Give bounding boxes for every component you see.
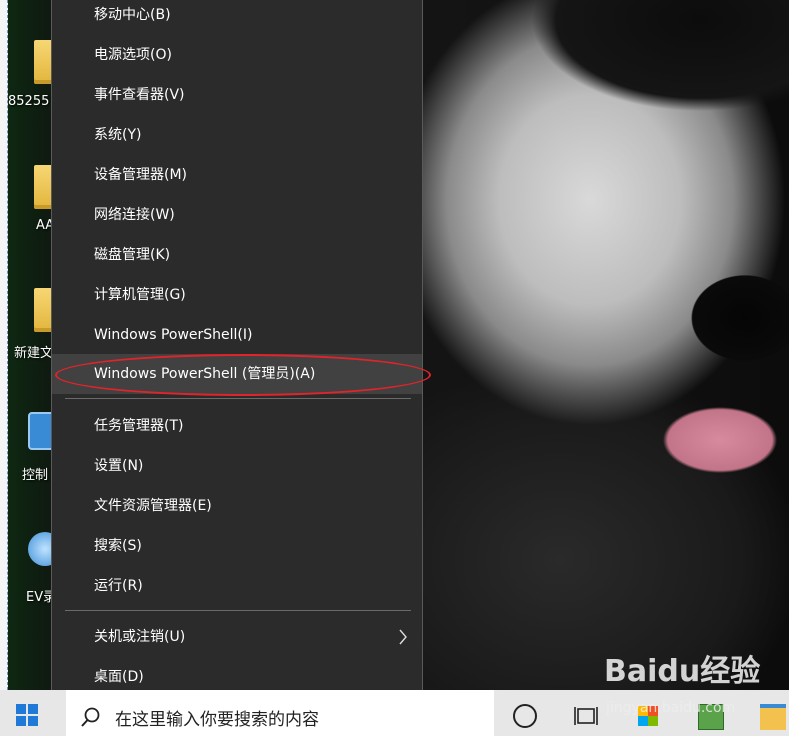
menu-item-label: 任务管理器(T): [94, 418, 184, 434]
search-input[interactable]: 在这里输入你要搜索的内容: [115, 705, 319, 730]
file-explorer-icon[interactable]: [760, 704, 786, 730]
menu-item-settings[interactable]: 设置(N): [52, 446, 422, 486]
menu-item-label: 设备管理器(M): [94, 167, 188, 183]
menu-item-disk-management[interactable]: 磁盘管理(K): [52, 235, 422, 275]
windows-start-icon[interactable]: [16, 704, 46, 728]
desktop-icon-label: 85255: [8, 94, 50, 109]
menu-item-event-viewer[interactable]: 事件查看器(V): [52, 75, 422, 115]
menu-item-computer-management[interactable]: 计算机管理(G): [52, 275, 422, 315]
red-annotation-ellipse: [55, 354, 431, 396]
menu-item-task-manager[interactable]: 任务管理器(T): [52, 406, 422, 446]
baidu-watermark: Baidu经验: [604, 654, 761, 689]
menu-item-label: 计算机管理(G): [94, 287, 186, 303]
desktop-icon-label: 新建文: [14, 346, 54, 361]
menu-item-label: 磁盘管理(K): [94, 247, 171, 263]
menu-item-file-explorer[interactable]: 文件资源管理器(E): [52, 486, 422, 526]
cortana-icon[interactable]: [513, 704, 537, 728]
menu-item-label: 运行(R): [94, 578, 143, 594]
search-icon: [80, 706, 102, 728]
menu-item-device-manager[interactable]: 设备管理器(M): [52, 155, 422, 195]
menu-item-network-connections[interactable]: 网络连接(W): [52, 195, 422, 235]
menu-separator: [65, 398, 411, 399]
menu-item-power-options[interactable]: 电源选项(O): [52, 35, 422, 75]
menu-item-powershell[interactable]: Windows PowerShell(I): [52, 315, 422, 355]
menu-separator: [65, 610, 411, 611]
menu-item-label: 网络连接(W): [94, 207, 175, 223]
menu-item-shutdown-signout[interactable]: 关机或注销(U): [52, 617, 422, 657]
desktop-icon-label: 控制: [22, 468, 49, 483]
menu-item-mobility-center[interactable]: 移动中心(B): [52, 0, 422, 35]
menu-item-label: 文件资源管理器(E): [94, 498, 212, 514]
menu-item-label: 搜索(S): [94, 538, 142, 554]
menu-item-label: 事件查看器(V): [94, 87, 185, 103]
menu-item-run[interactable]: 运行(R): [52, 566, 422, 606]
baidu-watermark-url: jingyan.baidu.com: [606, 700, 736, 716]
menu-item-label: Windows PowerShell(I): [94, 327, 253, 343]
menu-item-label: 系统(Y): [94, 127, 142, 143]
menu-item-search[interactable]: 搜索(S): [52, 526, 422, 566]
menu-item-label: 移动中心(B): [94, 7, 171, 23]
winx-context-menu: 移动中心(B) 电源选项(O) 事件查看器(V) 系统(Y) 设备管理器(M) …: [51, 0, 423, 706]
task-view-icon[interactable]: [574, 705, 598, 727]
menu-item-label: 电源选项(O): [94, 47, 172, 63]
menu-item-label: 设置(N): [94, 458, 144, 474]
menu-item-label: 桌面(D): [94, 669, 144, 685]
desktop-left-edge: [0, 0, 8, 700]
menu-item-label: 关机或注销(U): [94, 629, 186, 645]
menu-item-system[interactable]: 系统(Y): [52, 115, 422, 155]
